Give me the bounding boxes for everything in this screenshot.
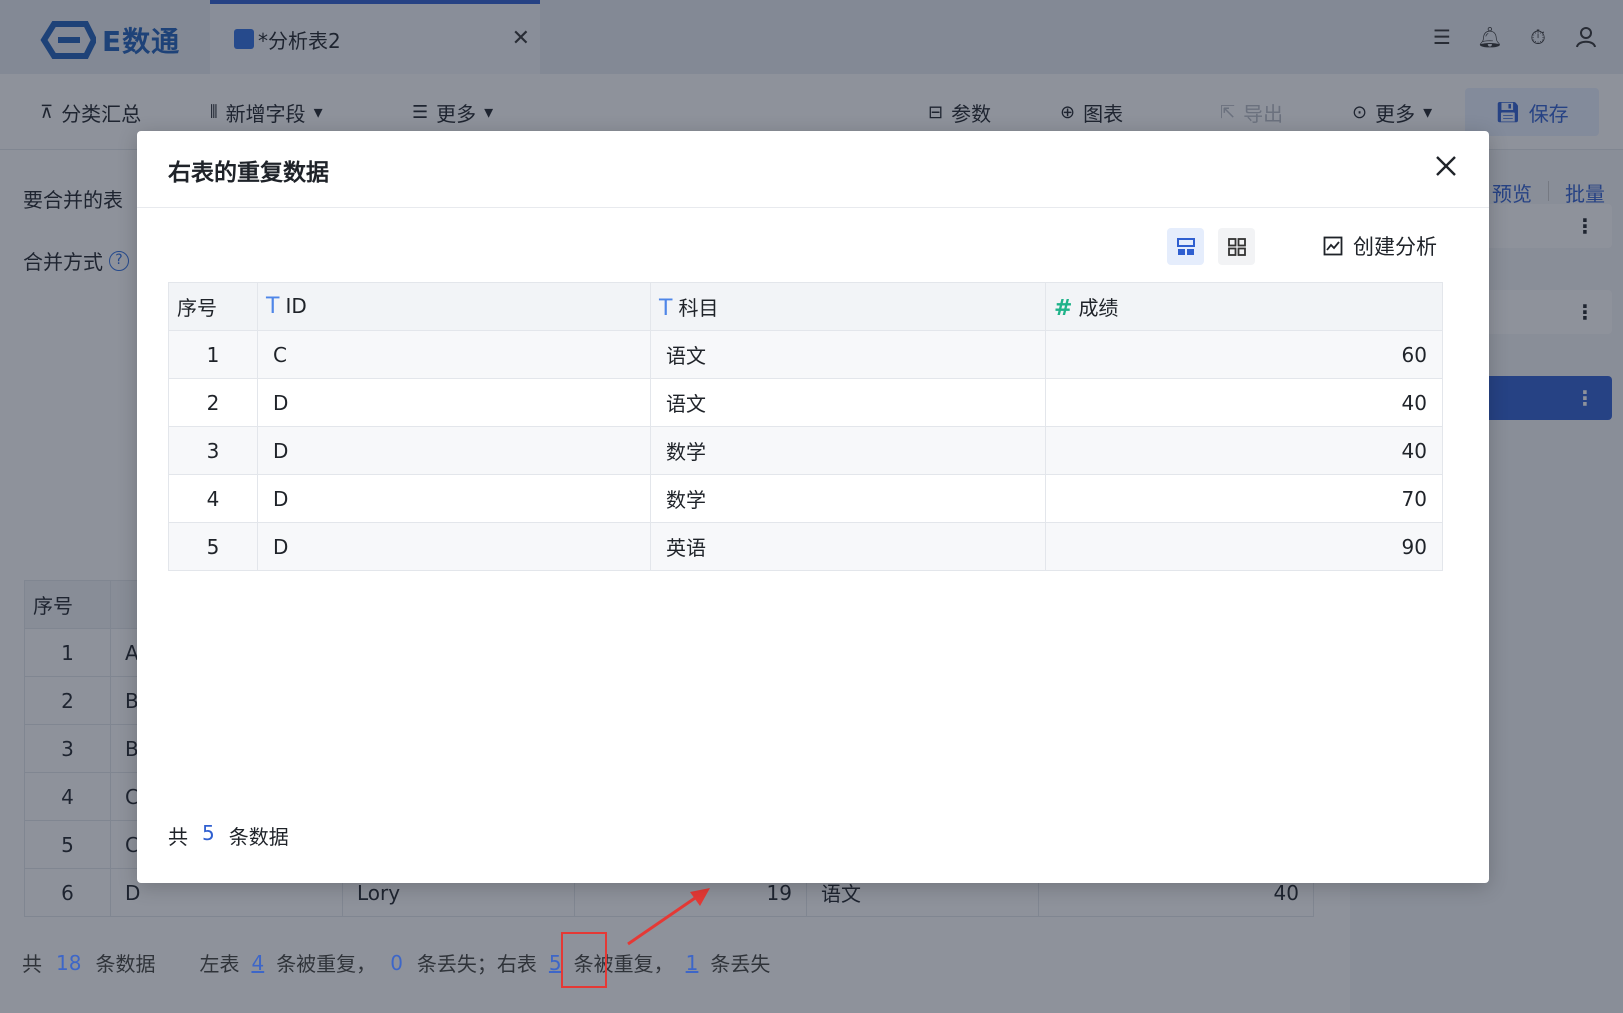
duplicate-data-table: 序号 T ID T 科目 # 成绩 1 C 语文 60 2 D 语文 40 3 D — [168, 282, 1443, 571]
cell-score: 60 — [1045, 330, 1443, 379]
dialog-title: 右表的重复数据 — [168, 160, 329, 186]
annotation-arrow-icon — [627, 888, 710, 946]
cell-score: 90 — [1045, 522, 1443, 571]
dialog-header: 右表的重复数据 — [137, 131, 1489, 208]
right-duplicate-link[interactable]: 5 — [549, 951, 562, 975]
create-analysis-button[interactable]: 创建分析 — [1323, 231, 1437, 261]
close-icon[interactable] — [1433, 153, 1459, 179]
status-text: 条丢失；右表 — [416, 952, 537, 976]
status-text: 共 — [22, 952, 42, 976]
number-type-icon: # — [1054, 296, 1073, 321]
view-toggle — [1167, 228, 1255, 265]
cell-index: 2 — [168, 378, 258, 427]
merge-status-bar: 共 18 条数据 左表 4 条被重复， 0 条丢失；右表 5 条被重复， 1 条… — [22, 948, 770, 977]
cell-id: D — [257, 474, 651, 523]
cell-score: 40 — [1045, 378, 1443, 427]
cell-score: 70 — [1045, 474, 1443, 523]
header-id[interactable]: T ID — [257, 282, 651, 331]
header-label: 成绩 — [1078, 296, 1119, 320]
table-row: 5 D 英语 90 — [168, 522, 1443, 571]
header-label: ID — [285, 294, 307, 318]
highlight-annotation-box — [561, 932, 607, 988]
cell-score: 40 — [1045, 426, 1443, 475]
footer-text: 条数据 — [228, 825, 289, 849]
header-score[interactable]: # 成绩 — [1045, 282, 1443, 331]
cell-subject: 英语 — [650, 522, 1046, 571]
header-index: 序号 — [168, 282, 258, 331]
status-text: 条丢失 — [710, 952, 771, 976]
duplicate-data-dialog: 右表的重复数据 创建分析 序号 T ID T 科目 # 成绩 1 C 语文 60… — [137, 131, 1489, 883]
left-duplicate-link[interactable]: 4 — [251, 951, 264, 975]
table-row: 3 D 数学 40 — [168, 426, 1443, 475]
grid-view-icon — [1227, 237, 1246, 256]
cell-index: 5 — [168, 522, 258, 571]
cell-id: D — [257, 522, 651, 571]
status-text: 条被重复， — [276, 952, 377, 976]
table-header-row: 序号 T ID T 科目 # 成绩 — [168, 282, 1443, 331]
cell-subject: 数学 — [650, 474, 1046, 523]
chart-line-icon — [1323, 236, 1343, 256]
total-count: 18 — [56, 950, 82, 975]
table-row: 4 D 数学 70 — [168, 474, 1443, 523]
table-row: 2 D 语文 40 — [168, 378, 1443, 427]
create-analysis-label: 创建分析 — [1353, 235, 1437, 259]
header-subject[interactable]: T 科目 — [650, 282, 1046, 331]
dialog-footer-count: 共 5 条数据 — [168, 821, 289, 850]
right-lost-link[interactable]: 1 — [686, 951, 699, 975]
cell-subject: 数学 — [650, 426, 1046, 475]
cell-index: 3 — [168, 426, 258, 475]
status-text: 左表 — [199, 952, 240, 976]
footer-text: 共 — [168, 825, 188, 849]
cell-subject: 语文 — [650, 378, 1046, 427]
table-view-icon — [1176, 237, 1195, 255]
cell-id: C — [257, 330, 651, 379]
cell-id: D — [257, 426, 651, 475]
record-count: 5 — [202, 821, 215, 845]
cell-id: D — [257, 378, 651, 427]
header-label: 科目 — [678, 296, 719, 320]
text-type-icon: T — [266, 294, 280, 319]
cell-index: 4 — [168, 474, 258, 523]
status-text: 条数据 — [95, 952, 156, 976]
cell-subject: 语文 — [650, 330, 1046, 379]
left-lost-count: 0 — [390, 950, 403, 975]
text-type-icon: T — [659, 296, 673, 321]
table-view-button[interactable] — [1167, 228, 1204, 265]
table-row: 1 C 语文 60 — [168, 330, 1443, 379]
cell-index: 1 — [168, 330, 258, 379]
card-view-button[interactable] — [1218, 228, 1255, 265]
